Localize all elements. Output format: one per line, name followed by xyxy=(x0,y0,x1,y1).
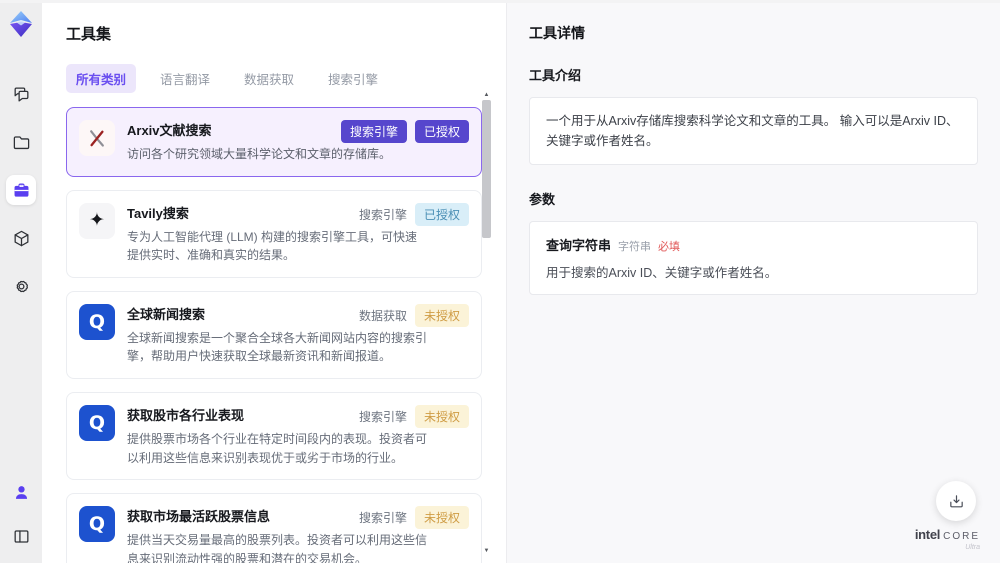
tool-desc: 提供当天交易量最高的股票列表。投资者可以利用这些信息来识别流动性强的股票和潜在的… xyxy=(127,533,428,563)
scrollbar-down-arrow[interactable]: ▼ xyxy=(482,547,491,555)
settings-icon[interactable] xyxy=(6,271,36,301)
intro-box: 一个用于从Arxiv存储库搜索科学论文和文章的工具。 输入可以是Arxiv ID… xyxy=(529,97,978,165)
param-name: 查询字符串 xyxy=(546,238,612,253)
tool-list: Arxiv文献搜索 访问各个研究领域大量科学论文和文章的存储库。 搜索引擎 已授… xyxy=(66,107,482,563)
brand-sub-text: Ultra xyxy=(965,544,980,551)
tool-category-badge: 数据获取 xyxy=(358,308,407,323)
category-tab[interactable]: 搜索引擎 xyxy=(318,64,388,93)
scrollbar: ▲ ▼ xyxy=(482,91,491,555)
intel-core-logo: intel core Ultra xyxy=(915,528,980,551)
window-top-edge xyxy=(0,0,1000,3)
param-box: 查询字符串 字符串 必填 用于搜索的Arxiv ID、关键字或作者姓名。 xyxy=(529,221,978,295)
tool-category-badge: 搜索引擎 xyxy=(358,511,407,526)
param-desc: 用于搜索的Arxiv ID、关键字或作者姓名。 xyxy=(546,266,778,280)
category-tab[interactable]: 所有类别 xyxy=(66,64,137,93)
tool-card[interactable]: Q 全球新闻搜索 全球新闻搜索是一个聚合全球各大新闻网站内容的搜索引擎，帮助用户… xyxy=(66,290,482,379)
app-logo xyxy=(10,11,32,37)
user-icon[interactable] xyxy=(6,477,36,507)
package-icon[interactable] xyxy=(6,223,36,253)
layout-panel-icon[interactable] xyxy=(6,521,36,551)
category-tab[interactable]: 语言翻译 xyxy=(150,64,220,93)
tool-category-badge: 搜索引擎 xyxy=(358,409,407,424)
tool-auth-badge: 已授权 xyxy=(414,202,469,226)
detail-title: 工具详情 xyxy=(529,25,585,41)
tool-card[interactable]: ✦ Tavily搜索 专为人工智能代理 (LLM) 构建的搜索引擎工具，可快速提… xyxy=(66,189,482,278)
tool-category-badge: 搜索引擎 xyxy=(340,120,407,143)
qblue-icon: Q xyxy=(79,303,115,340)
tool-desc: 全球新闻搜索是一个聚合全球各大新闻网站内容的搜索引擎，帮助用户快速获取全球最新资… xyxy=(127,330,428,364)
tool-category-badge: 搜索引擎 xyxy=(358,207,407,222)
param-type: 字符串 xyxy=(618,241,652,253)
category-tab[interactable]: 数据获取 xyxy=(234,64,304,93)
download-button[interactable] xyxy=(936,481,976,521)
scrollbar-thumb[interactable] xyxy=(482,100,491,238)
rail-bottom xyxy=(6,477,36,551)
tool-desc: 专为人工智能代理 (LLM) 构建的搜索引擎工具，可快速提供实时、准确和真实的结… xyxy=(127,229,418,263)
qblue-icon: Q xyxy=(79,404,115,441)
tool-card[interactable]: Arxiv文献搜索 访问各个研究领域大量科学论文和文章的存储库。 搜索引擎 已授… xyxy=(66,107,482,177)
page-title: 工具集 xyxy=(66,26,112,43)
arxiv-icon xyxy=(79,120,115,156)
download-icon xyxy=(949,494,963,507)
scrollbar-up-arrow[interactable]: ▲ xyxy=(482,91,491,99)
chat-icon[interactable] xyxy=(6,79,36,109)
rail-nav xyxy=(6,79,36,301)
tool-desc: 提供股票市场各个行业在特定时间段内的表现。投资者可以利用这些信息来识别表现优于或… xyxy=(127,431,428,465)
params-heading: 参数 xyxy=(529,192,556,207)
tool-auth-badge: 已授权 xyxy=(414,120,469,143)
tool-auth-badge: 未授权 xyxy=(414,506,469,530)
tool-card[interactable]: Q 获取市场最活跃股票信息 提供当天交易量最高的股票列表。投资者可以利用这些信息… xyxy=(66,493,482,563)
detail-panel: 工具详情 工具介绍 一个用于从Arxiv存储库搜索科学论文和文章的工具。 输入可… xyxy=(506,3,1000,563)
tool-card[interactable]: Q 获取股市各行业表现 提供股票市场各个行业在特定时间段内的表现。投资者可以利用… xyxy=(66,391,482,481)
left-rail xyxy=(0,0,42,563)
brand-core-text: core xyxy=(943,531,980,542)
tool-auth-badge: 未授权 xyxy=(414,404,469,428)
tool-auth-badge: 未授权 xyxy=(414,303,469,327)
sparkle-icon: ✦ xyxy=(79,202,115,239)
param-required-badge: 必填 xyxy=(658,241,681,253)
folder-icon[interactable] xyxy=(6,127,36,157)
category-tabs: 所有类别 语言翻译 数据获取 搜索引擎 xyxy=(66,64,482,93)
tool-desc: 访问各个研究领域大量科学论文和文章的存储库。 xyxy=(127,147,392,161)
tools-panel: 工具集 所有类别 语言翻译 数据获取 搜索引擎 Arxiv文献搜索 访问各个研究领域大… xyxy=(42,3,506,563)
brand-intel-text: intel xyxy=(914,527,941,542)
qblue-icon: Q xyxy=(79,506,115,543)
toolbox-icon[interactable] xyxy=(6,175,36,205)
intro-heading: 工具介绍 xyxy=(529,68,582,83)
